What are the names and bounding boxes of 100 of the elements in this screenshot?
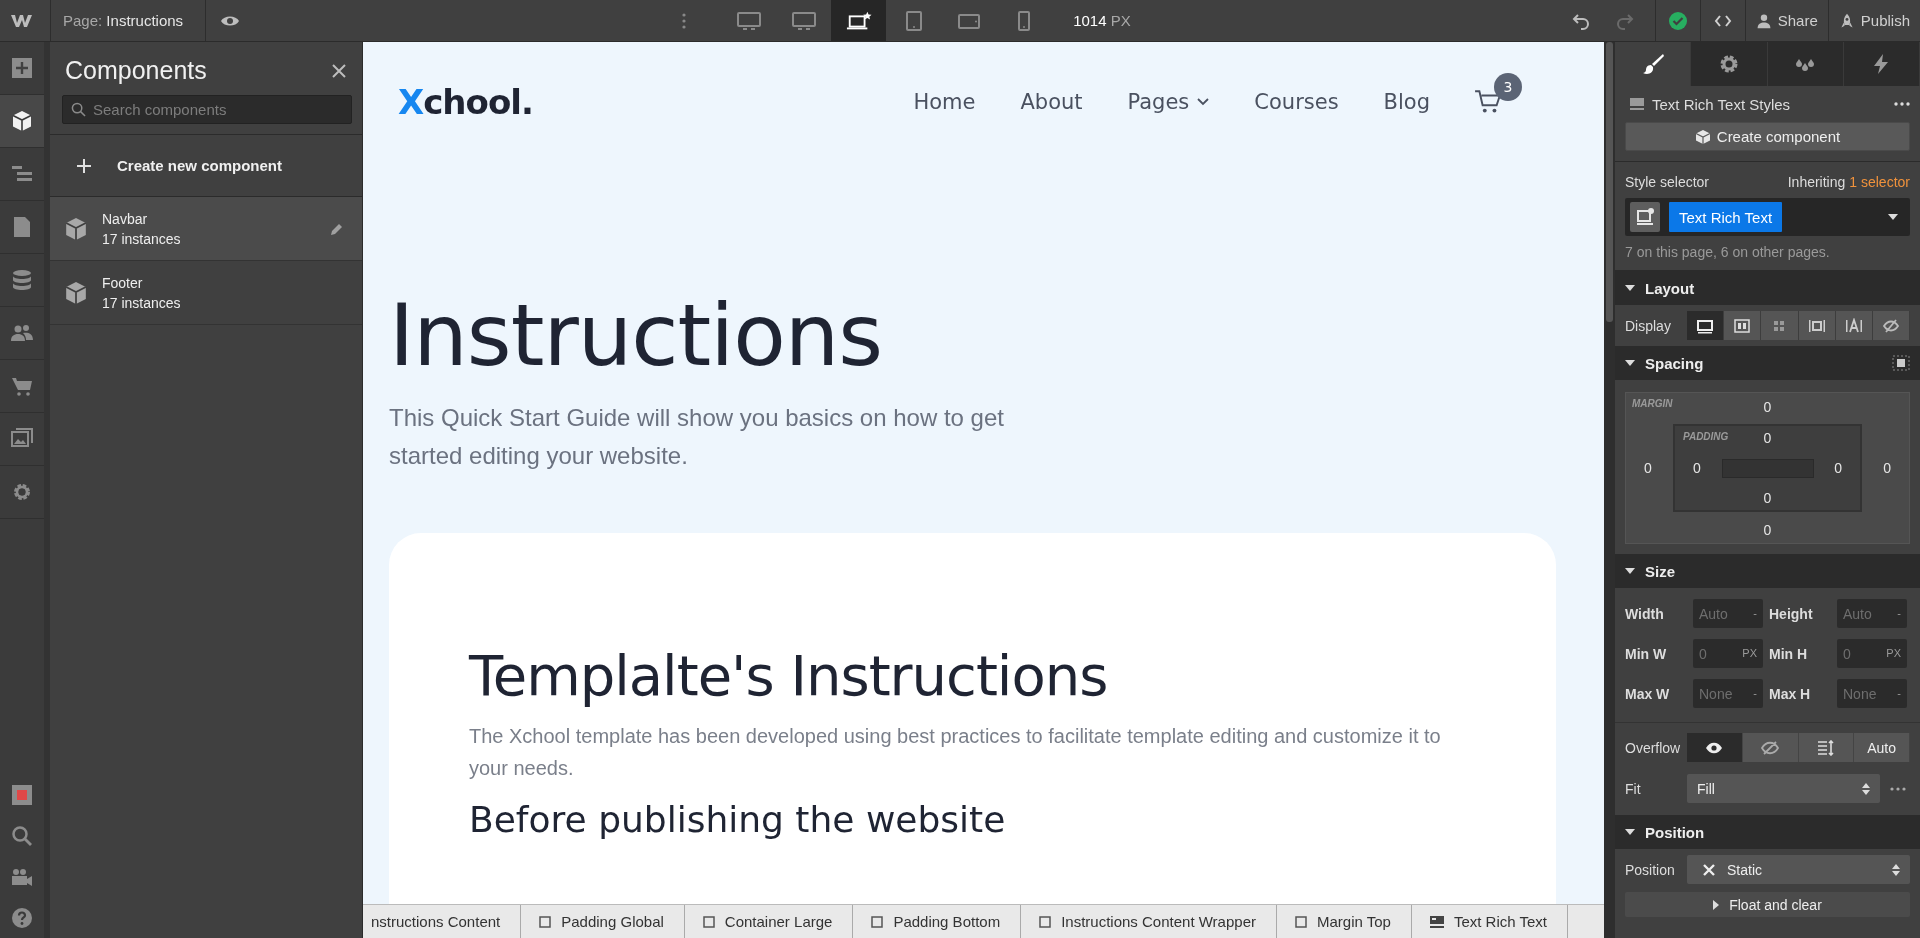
display-block-button[interactable] (1687, 311, 1725, 340)
edit-icon[interactable] (330, 221, 344, 236)
eye-slash-icon (1761, 739, 1780, 756)
more-icon[interactable] (1890, 786, 1906, 791)
brush-icon (1641, 53, 1664, 75)
images-icon[interactable] (11, 428, 33, 450)
more-icon[interactable] (1894, 102, 1910, 106)
panel-title: Components (65, 56, 208, 85)
selector-chip[interactable]: Text Rich Text (1669, 202, 1783, 232)
nav-link[interactable]: Home (913, 90, 976, 114)
search-field[interactable]: Search components (62, 95, 352, 124)
check-status-icon[interactable] (1667, 10, 1688, 31)
overflow-label: Overflow (1625, 739, 1681, 756)
section-title[interactable]: Size (1645, 562, 1675, 580)
margin-left-value[interactable]: 0 (1644, 460, 1652, 476)
logo-icon[interactable] (10, 12, 34, 29)
scrollbar[interactable] (1606, 42, 1613, 322)
instance-count: 17 instances (102, 229, 181, 249)
square-icon (871, 915, 884, 928)
position-select[interactable]: Static (1687, 855, 1910, 884)
display-inline-button[interactable] (1835, 311, 1873, 340)
float-and-clear-button[interactable]: Float and clear (1625, 892, 1910, 917)
nav-link[interactable]: Pages (1127, 90, 1210, 114)
section-title[interactable]: Spacing (1645, 354, 1704, 372)
overflow-scroll-button[interactable] (1798, 733, 1855, 762)
create-component-button[interactable]: Create new component (50, 134, 362, 197)
rich-text-icon (1429, 915, 1444, 928)
chevron-down-icon (1197, 98, 1210, 106)
overflow-visible-button[interactable] (1687, 733, 1743, 762)
display-label: Display (1625, 317, 1672, 334)
spacing-preset-icon[interactable] (1892, 355, 1910, 371)
laptop-star-icon (845, 10, 872, 31)
database-icon[interactable] (11, 269, 33, 291)
add-icon[interactable] (11, 57, 33, 79)
component-item[interactable]: Navbar 17 instances (50, 197, 362, 261)
nav-link[interactable]: Blog (1383, 90, 1430, 114)
page-icon[interactable] (11, 216, 33, 238)
collapse-caret-icon[interactable] (1625, 568, 1635, 574)
dropdown-caret-icon[interactable] (1888, 214, 1898, 220)
brush-tab[interactable] (1615, 42, 1692, 86)
square-icon (1039, 915, 1052, 928)
margin-top-value[interactable]: 0 (1763, 399, 1772, 415)
style-selector-field[interactable]: Text Rich Text (1625, 198, 1910, 236)
padding-right-value[interactable]: 0 (1834, 460, 1842, 476)
breadcrumb-item[interactable]: Instructions Content Wrapper (1021, 905, 1277, 938)
margin-bottom-value[interactable]: 0 (1763, 522, 1772, 538)
canvas-width[interactable]: 1014 PX (1073, 12, 1131, 29)
display-inline-icon (1844, 317, 1863, 334)
breadcrumb-item[interactable]: Container Large (684, 905, 854, 938)
overflow-hidden-button[interactable] (1742, 733, 1799, 762)
display-grid-button[interactable] (1761, 311, 1799, 340)
display-flex-button[interactable] (1724, 311, 1762, 340)
inheriting-link[interactable]: 1 selector (1849, 174, 1910, 190)
card-heading: Templalte's Instructions (469, 644, 1109, 707)
fit-label: Fit (1625, 780, 1642, 797)
create-component-button[interactable]: Create component (1625, 122, 1910, 151)
padding-bottom-value[interactable]: 0 (1763, 490, 1772, 506)
overflow-auto-button[interactable]: Auto (1854, 733, 1910, 762)
margin-label: MARGIN (1632, 398, 1673, 409)
breadcrumb-item[interactable]: Text Rich Text (1411, 905, 1568, 938)
section-title[interactable]: Position (1645, 823, 1705, 841)
display-none-button[interactable] (1872, 311, 1911, 340)
nav-link[interactable]: Courses (1254, 90, 1339, 114)
section-title[interactable]: Layout (1645, 279, 1695, 297)
users-icon[interactable] (11, 322, 33, 344)
margin-right-value[interactable]: 0 (1883, 460, 1891, 476)
display-inline-block-button[interactable] (1798, 311, 1836, 340)
display-inline-block-icon (1807, 317, 1826, 334)
breadcrumb-item[interactable]: Padding Bottom (853, 905, 1022, 938)
breadcrumb-item[interactable]: Padding Global (521, 905, 685, 938)
unit-label[interactable]: PX (1886, 647, 1901, 659)
settings-icon[interactable] (11, 481, 33, 503)
cart-icon[interactable] (11, 375, 33, 397)
padding-left-value[interactable]: 0 (1693, 460, 1701, 476)
laptop-button[interactable] (831, 0, 887, 41)
cube-icon[interactable] (11, 110, 33, 132)
size-label: Max H (1769, 685, 1812, 702)
publish-button[interactable]: Publish (1828, 0, 1920, 41)
collapse-caret-icon[interactable] (1625, 360, 1635, 366)
size-label: Height (1769, 605, 1814, 622)
page-name[interactable]: Page: Instructions (51, 12, 206, 29)
breadcrumb-item[interactable]: Margin Top (1277, 905, 1412, 938)
fit-select[interactable]: Fill (1687, 774, 1880, 803)
share-button[interactable]: Share (1745, 0, 1828, 41)
help-icon[interactable] (11, 906, 33, 929)
cart-icon[interactable] (1474, 89, 1502, 115)
unit-label[interactable]: PX (1742, 647, 1757, 659)
site-logo[interactable]: Xchool. (398, 82, 533, 122)
component-item[interactable]: Footer 17 instances (50, 261, 362, 325)
close-icon[interactable] (332, 63, 346, 78)
card-subheading: Before publishing the website (469, 800, 1007, 840)
nav-link[interactable]: About (1020, 90, 1083, 114)
search-icon[interactable] (11, 824, 33, 847)
collapse-caret-icon[interactable] (1625, 285, 1635, 291)
collapse-caret-icon[interactable] (1625, 829, 1635, 835)
monitor-icon (790, 10, 817, 31)
breadcrumb-item[interactable]: nstructions Content (363, 905, 522, 938)
element-icon[interactable] (1630, 202, 1660, 232)
record-icon[interactable] (11, 783, 33, 806)
padding-top-value[interactable]: 0 (1763, 430, 1772, 446)
